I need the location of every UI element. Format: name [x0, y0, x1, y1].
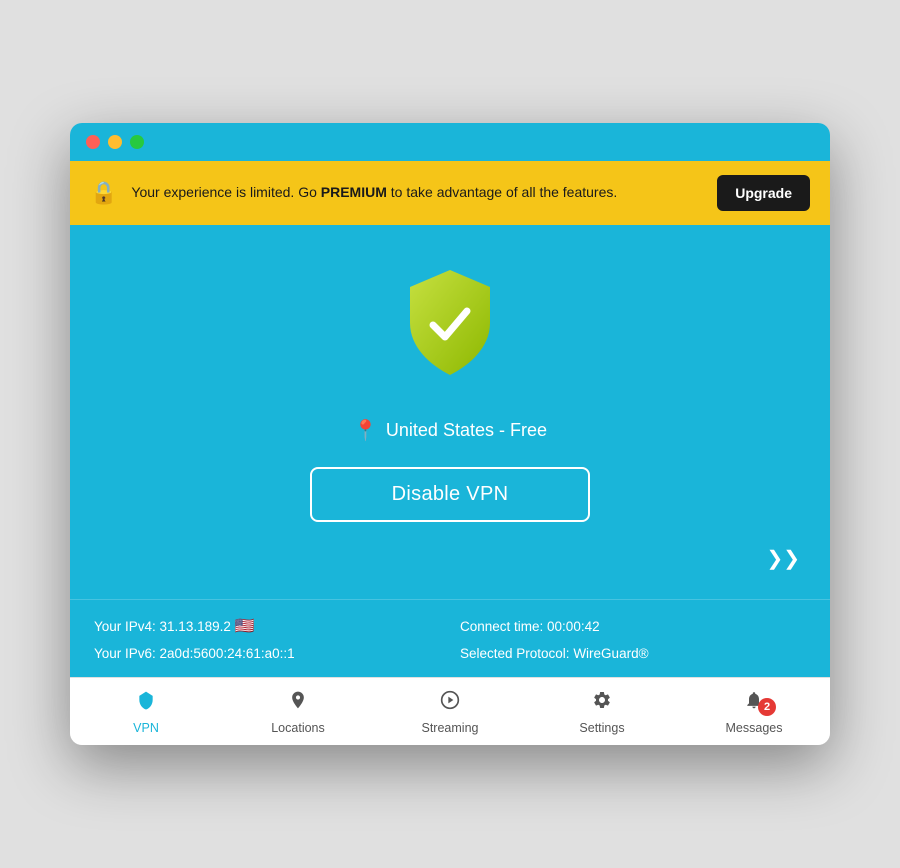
locations-icon — [288, 690, 308, 716]
info-bar: Your IPv4: 31.13.189.2 🇺🇸 Connect time: … — [70, 599, 830, 677]
lock-icon: 🔒 — [90, 180, 117, 206]
messages-icon: 2 — [744, 690, 764, 716]
protocol-info: Selected Protocol: WireGuard® — [460, 646, 806, 661]
maximize-button[interactable] — [130, 135, 144, 149]
nav-label-streaming: Streaming — [422, 721, 479, 735]
nav-item-messages[interactable]: 2 Messages — [678, 678, 830, 745]
nav-item-streaming[interactable]: Streaming — [374, 678, 526, 745]
ipv6-info: Your IPv6: 2a0d:5600:24:61:a0::1 — [94, 646, 440, 661]
shield-wrapper — [395, 265, 505, 390]
upgrade-button[interactable]: Upgrade — [717, 175, 810, 211]
nav-label-messages: Messages — [726, 721, 783, 735]
nav-label-locations: Locations — [271, 721, 325, 735]
main-area: 📍 United States - Free Disable VPN ❯❯ — [70, 225, 830, 599]
settings-icon — [592, 690, 612, 716]
banner-text: Your experience is limited. Go PREMIUM t… — [131, 183, 703, 203]
nav-item-settings[interactable]: Settings — [526, 678, 678, 745]
banner-bold-text: PREMIUM — [321, 184, 387, 200]
banner-plain-text: Your experience is limited. Go — [131, 184, 320, 200]
bottom-nav: VPN Locations Streaming — [70, 677, 830, 745]
ipv4-info: Your IPv4: 31.13.189.2 🇺🇸 — [94, 616, 440, 636]
messages-badge: 2 — [758, 698, 776, 716]
connect-time-info: Connect time: 00:00:42 — [460, 616, 806, 636]
location-row: 📍 United States - Free — [353, 418, 547, 443]
connect-time-label: Connect time: 00:00:42 — [460, 619, 600, 634]
app-window: 🔒 Your experience is limited. Go PREMIUM… — [70, 123, 830, 745]
nav-label-settings: Settings — [579, 721, 624, 735]
protocol-label: Selected Protocol: WireGuard® — [460, 646, 649, 661]
shield-icon — [395, 265, 505, 385]
nav-item-locations[interactable]: Locations — [222, 678, 374, 745]
vpn-icon — [136, 690, 156, 716]
streaming-icon — [440, 690, 460, 716]
ipv6-label: Your IPv6: 2a0d:5600:24:61:a0::1 — [94, 646, 295, 661]
location-label: United States - Free — [386, 420, 547, 441]
banner-suffix-text: to take advantage of all the features. — [387, 184, 617, 200]
nav-label-vpn: VPN — [133, 721, 159, 735]
ipv4-label: Your IPv4: 31.13.189.2 — [94, 619, 231, 634]
title-bar — [70, 123, 830, 161]
disable-vpn-button[interactable]: Disable VPN — [310, 467, 591, 522]
close-button[interactable] — [86, 135, 100, 149]
pin-icon: 📍 — [353, 418, 378, 443]
nav-item-vpn[interactable]: VPN — [70, 678, 222, 745]
upgrade-banner: 🔒 Your experience is limited. Go PREMIUM… — [70, 161, 830, 225]
chevron-down-icon[interactable]: ❯❯ — [766, 546, 800, 571]
minimize-button[interactable] — [108, 135, 122, 149]
flag-icon: 🇺🇸 — [235, 616, 255, 636]
